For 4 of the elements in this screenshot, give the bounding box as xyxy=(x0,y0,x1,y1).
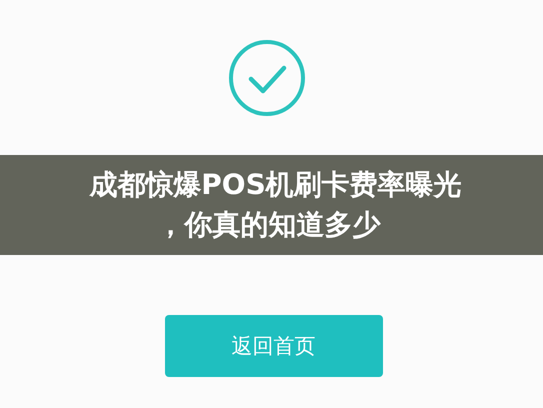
banner-title: 成都惊爆POS机刷卡费率曝光 xyxy=(89,167,462,203)
check-circle-icon xyxy=(226,38,306,118)
banner-title: ，你真的知道多少 xyxy=(156,207,380,243)
home-button[interactable]: 返回首页 xyxy=(164,315,382,377)
